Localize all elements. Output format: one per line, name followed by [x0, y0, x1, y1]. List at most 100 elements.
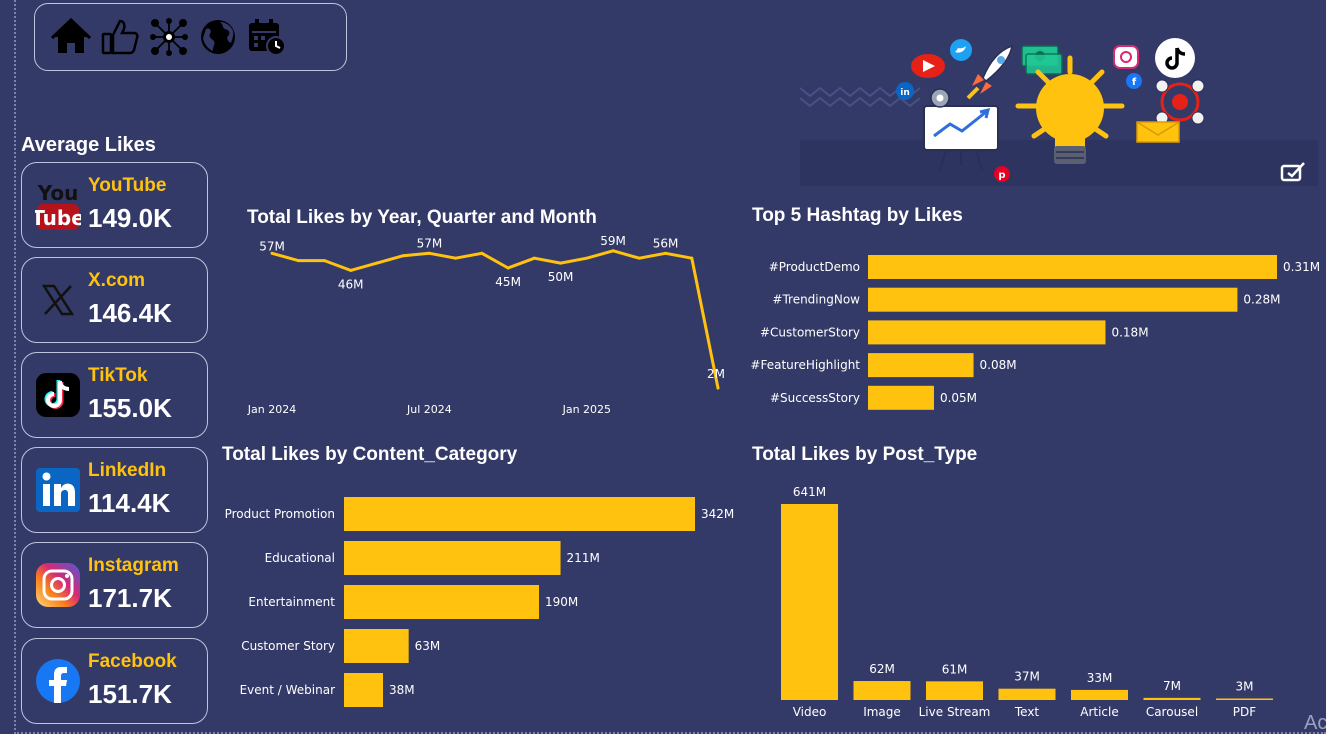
x-axis-tick-label: Jan 2024 [247, 403, 296, 416]
money-icon [1021, 45, 1063, 75]
post-type-value-label: 62M [869, 662, 895, 676]
line-data-label: 2M [707, 367, 725, 381]
svg-text:p: p [998, 170, 1005, 181]
post-type-bar [853, 681, 911, 700]
line-point [716, 386, 720, 390]
x-axis-tick-label: Jan 2025 [562, 403, 611, 416]
line-data-label: 46M [338, 277, 364, 291]
hashtag-bar [868, 385, 934, 410]
instagram-bubble-icon [1113, 45, 1139, 69]
hashtag-bar [868, 255, 1277, 279]
home-button[interactable] [51, 15, 91, 59]
platform-card-facebook[interactable]: Facebook 151.7K [21, 638, 208, 724]
category-value-label: 38M [389, 683, 415, 697]
category-label: Event / Webinar [240, 683, 336, 697]
line-chart-title: Total Likes by Year, Quarter and Month [247, 207, 597, 228]
hashtag-value-label: 0.18M [1111, 325, 1148, 339]
likes-by-month-line-chart: 57M 46M 57M 45M 50M 59M 56M 2M Jan 2024 Jul 2024 J… [247, 234, 725, 416]
navigation-bar [34, 3, 347, 71]
hashtag-value-label: 0.28M [1243, 293, 1280, 307]
calendar-icon [249, 19, 286, 56]
platform-card-tiktok[interactable]: TikTok 155.0K [21, 352, 208, 438]
line-point [349, 268, 353, 272]
hashtag-value-label: 0.08M [980, 358, 1017, 372]
line-point [585, 256, 589, 260]
category-value-label: 190M [545, 595, 578, 609]
hashtag-category-label: #TrendingNow [772, 293, 860, 307]
youtube-icon: You Tube [35, 181, 81, 230]
post-type-bar [1071, 689, 1128, 700]
calendar-button[interactable] [247, 15, 287, 59]
linkedin-icon [36, 468, 80, 512]
average-likes-title: Average Likes [21, 134, 156, 156]
line-data-label: 57M [259, 239, 285, 253]
platform-name: LinkedIn [88, 460, 167, 481]
line-point [427, 251, 431, 255]
line-point [690, 256, 694, 260]
platform-card-youtube[interactable]: You Tube YouTube 149.0K [21, 162, 208, 248]
post-type-value-label: 641M [793, 485, 826, 499]
tiktok-bubble-icon [1155, 38, 1195, 78]
line-point [480, 251, 484, 255]
category-value-label: 211M [567, 551, 600, 565]
hashtag-category-label: #SuccessStory [770, 391, 860, 405]
pinterest-bubble-icon: p [994, 166, 1010, 182]
platform-card-instagram[interactable]: Instagram 171.7K [21, 542, 208, 628]
facebook-icon [36, 659, 80, 703]
envelope-icon [1136, 121, 1180, 143]
platform-name: TikTok [88, 365, 148, 386]
post-type-category-label: Article [1080, 705, 1119, 719]
category-bar [344, 629, 409, 663]
line-point [506, 266, 510, 270]
platform-card-x[interactable]: X.com 146.4K [21, 257, 208, 343]
hashtag-bar [868, 287, 1238, 312]
line-point [532, 256, 536, 260]
platform-name: Facebook [88, 651, 177, 672]
tiktok-icon [36, 373, 80, 417]
category-bar [344, 541, 561, 575]
line-point [611, 249, 615, 253]
platform-avg-likes: 151.7K [88, 679, 172, 709]
geography-button[interactable] [198, 15, 238, 59]
category-label: Entertainment [248, 595, 335, 609]
post-type-column-chart: 641M Video 62M Image 61M Live Stream 37M Text 33… [781, 485, 1273, 719]
hashtag-category-label: #FeatureHighlight [750, 358, 860, 372]
posttype-chart-title: Total Likes by Post_Type [752, 444, 978, 465]
platform-name: X.com [88, 270, 146, 291]
line-point [559, 261, 563, 265]
home-icon [51, 17, 91, 53]
post-type-bar [998, 688, 1056, 700]
hashtag-chart-title: Top 5 Hashtag by Likes [752, 205, 963, 226]
post-type-category-label: Video [793, 705, 827, 719]
category-bar [344, 585, 539, 619]
post-type-value-label: 37M [1014, 670, 1040, 684]
rocket-icon [966, 44, 1013, 100]
hashtag-value-label: 0.05M [940, 391, 977, 405]
platform-card-linkedin[interactable]: LinkedIn 114.4K [21, 447, 208, 533]
likes-line-series [271, 249, 720, 389]
line-data-label: 45M [495, 275, 521, 289]
post-type-bar [781, 504, 838, 700]
content-category-bar-chart: Product Promotion 342M Educational 211M Ente… [225, 497, 734, 707]
category-label: Educational [265, 551, 335, 565]
line-point [664, 251, 668, 255]
line-data-label: 57M [417, 236, 443, 250]
category-bar [344, 497, 695, 531]
network-button[interactable] [149, 15, 189, 59]
platform-avg-likes: 155.0K [88, 393, 172, 423]
marketing-illustration: in p f [800, 38, 1205, 182]
linkedin-bubble-icon: in [896, 82, 914, 100]
post-type-category-label: Image [863, 705, 901, 719]
facebook-bubble-icon: f [1126, 73, 1142, 89]
svg-text:Tube: Tube [35, 206, 81, 230]
top-hashtag-bar-chart: #ProductDemo 0.31M #TrendingNow 0.28M #Custo… [750, 255, 1320, 410]
team-network-icon [1155, 79, 1205, 125]
platform-avg-likes: 171.7K [88, 583, 172, 613]
post-type-category-label: PDF [1233, 705, 1256, 719]
hashtag-category-label: #ProductDemo [769, 260, 860, 274]
youtube-bubble-icon [911, 54, 945, 78]
edit-icon[interactable] [1280, 160, 1306, 182]
likes-button[interactable] [100, 15, 140, 59]
post-type-category-label: Text [1014, 705, 1040, 719]
hashtag-category-label: #CustomerStory [760, 325, 860, 339]
